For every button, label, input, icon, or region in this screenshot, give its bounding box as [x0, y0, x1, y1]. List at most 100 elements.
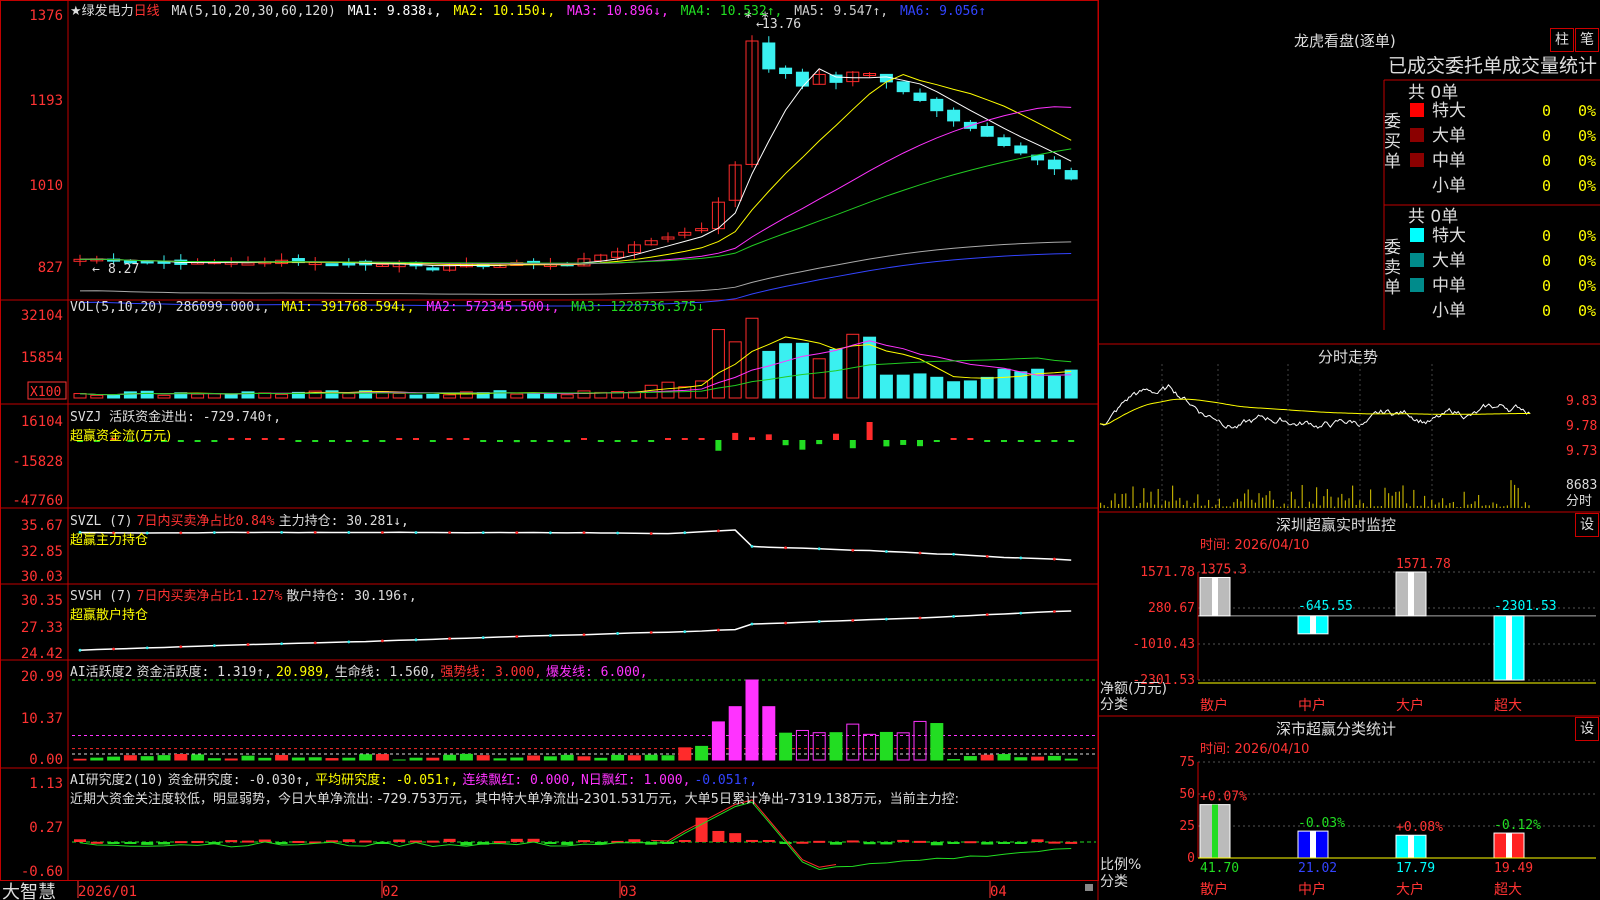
- research-bar: [426, 840, 439, 843]
- volume-bar: [930, 376, 944, 399]
- ai1-header: AI活跃度2 资金活跃度: 1.319↑, 20.989, 生命线: 1.560, 强势…: [70, 661, 652, 680]
- classify-cat: 大户: [1396, 881, 1424, 898]
- legend-swatch: [1410, 278, 1424, 292]
- intraday-vol: [1168, 501, 1170, 508]
- ma3-value: MA3: 10.896↓,: [567, 4, 669, 19]
- activity-bar: [275, 754, 289, 761]
- classify-chart: 75 50 25 0 +0.07% 41.70 散户 -0.03% 21.02 中户 +0.08% 1…: [1179, 755, 1596, 898]
- low-arrow: ←: [92, 262, 100, 277]
- intraday-vol: [1337, 497, 1339, 508]
- flow-bar: [1001, 440, 1007, 442]
- sell-label: 委卖单: [1384, 238, 1401, 298]
- main-hold-line-dot: [515, 531, 519, 535]
- low-label: 8.27: [108, 262, 139, 277]
- research-bar: [561, 842, 574, 845]
- main-hold-line-dot: [985, 554, 989, 558]
- main-hold-line-dot: [414, 531, 418, 534]
- bar-view-button[interactable]: 柱: [1550, 28, 1574, 52]
- intraday-chart: 9.83 9.78 9.73 8683分时: [1099, 364, 1597, 510]
- intraday-vol: [1182, 504, 1184, 508]
- svsh-ytick-1: 30.35: [21, 593, 63, 609]
- main-canvas[interactable]: 1376 1193 1010 827 32104 15854 16104 -15…: [0, 0, 1600, 900]
- activity-bar: [140, 756, 154, 761]
- research-bar: [998, 842, 1010, 844]
- intraday-vol: [1416, 506, 1418, 508]
- intraday-vol: [1110, 500, 1112, 508]
- lock-icon[interactable]: [1085, 884, 1093, 891]
- flow-bar: [698, 438, 705, 440]
- intraday-vol-tick: 8683: [1566, 478, 1597, 493]
- svsh-ratio: 7日内买卖净占比1.127%: [136, 589, 283, 604]
- retail-hold-line-dot: [952, 615, 955, 618]
- tick-view-button[interactable]: 笔: [1575, 28, 1599, 52]
- intraday-vol: [1186, 500, 1188, 508]
- research-bar: [762, 839, 775, 842]
- intraday-vol: [1521, 506, 1523, 508]
- flow-bar: [799, 440, 806, 450]
- main-hold-line-dot: [750, 544, 754, 548]
- period-label[interactable]: 日线: [134, 4, 160, 19]
- activity-bar: [375, 754, 389, 761]
- intraday-vol: [1301, 484, 1303, 508]
- vol-unit: X100: [30, 385, 61, 400]
- intraday-vol: [1287, 506, 1289, 508]
- activity-bar: [661, 755, 675, 761]
- activity-bar: [543, 756, 557, 761]
- intraday-vol: [1118, 503, 1120, 508]
- research-bar: [813, 840, 826, 843]
- research-bar: [914, 840, 926, 843]
- stock-name[interactable]: ★绿发电力: [70, 4, 134, 19]
- intraday-vol: [1265, 495, 1267, 508]
- research-bar: [578, 840, 590, 843]
- ai2-avg: 平均研究度: -0.051↑,: [315, 773, 459, 788]
- row-name: 小单: [1432, 301, 1466, 321]
- research-bar: [90, 841, 103, 844]
- intraday-vol: [1395, 491, 1397, 508]
- activity-bar: [73, 758, 87, 761]
- classify-ylabel: 比例%: [1100, 857, 1141, 873]
- monitor-cat: 散户: [1200, 697, 1228, 714]
- flow-bar: [362, 440, 369, 442]
- ai1-ytick-1: 20.99: [21, 669, 63, 685]
- classify-cat: 超大: [1494, 882, 1522, 898]
- svzl-ytick-3: 30.03: [21, 569, 63, 585]
- flow-bar: [849, 440, 856, 449]
- flow-bar: [530, 440, 537, 442]
- classify-bottom-label: 21.02: [1298, 861, 1337, 876]
- flow-bar: [917, 440, 923, 447]
- intraday-vol: [1146, 502, 1148, 508]
- volume-bar: [107, 394, 121, 399]
- flow-bar: [463, 438, 470, 440]
- activity-bar: [493, 758, 507, 761]
- monitor-bar-highlight: [1310, 615, 1316, 634]
- intraday-vol: [1402, 485, 1404, 508]
- flow-bar: [984, 440, 991, 442]
- research-bar: [981, 842, 994, 845]
- intraday-vol: [1323, 496, 1325, 508]
- intraday-vol: [1229, 506, 1231, 508]
- monitor-bar-highlight: [1506, 615, 1512, 680]
- flow-bar: [681, 438, 688, 440]
- row-value: 0: [1542, 252, 1551, 270]
- volume-bar: [510, 393, 524, 399]
- research-bar: [1065, 841, 1078, 844]
- research-bar: [510, 838, 523, 842]
- classify-settings-button[interactable]: 设: [1575, 717, 1599, 741]
- svzj-ytick-2: -15828: [12, 454, 63, 470]
- intraday-vol: [1496, 503, 1498, 508]
- intraday-vol: [1204, 505, 1206, 508]
- flow-bar: [564, 440, 571, 443]
- svsh-hold: 散户持仓: 30.196↑,: [286, 589, 417, 604]
- activity-bar: [1064, 758, 1078, 761]
- monitor-settings-button[interactable]: 设: [1575, 513, 1599, 537]
- classify-top-label: -0.03%: [1298, 816, 1345, 831]
- ai1-ytick-2: 10.37: [21, 711, 63, 727]
- intraday-vol: [1334, 506, 1336, 508]
- intraday-vol: [1139, 502, 1141, 508]
- retail-hold-line-dot: [1019, 611, 1023, 615]
- row-pct: 0%: [1578, 302, 1596, 320]
- intraday-vol: [1128, 506, 1130, 508]
- flow-bar: [648, 440, 655, 442]
- research-bar: [225, 840, 238, 843]
- vol-value: 286099.000↓,: [175, 300, 270, 315]
